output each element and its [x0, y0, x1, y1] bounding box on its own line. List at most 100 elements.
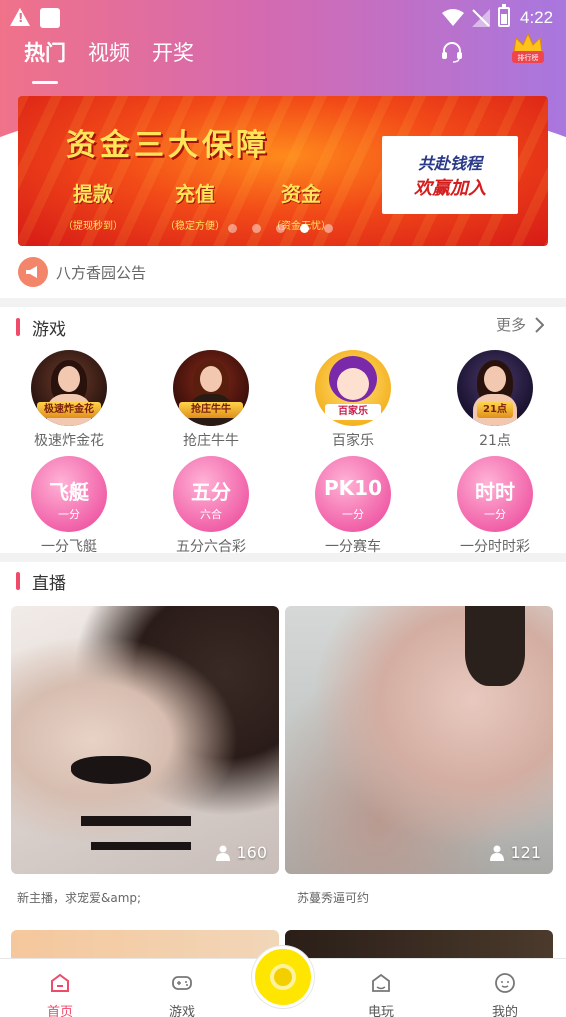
banner-dot[interactable]	[252, 224, 261, 233]
chevron-right-icon	[535, 316, 545, 333]
signal-icon	[472, 9, 490, 27]
warning-icon	[10, 8, 30, 26]
top-tabs: 热门 视频 开奖	[24, 38, 194, 84]
center-action-button[interactable]	[252, 946, 314, 1008]
face-shape	[58, 366, 80, 392]
gamepad-icon	[172, 976, 192, 990]
cartoon-icon: 百家乐	[315, 350, 391, 426]
lottery-sub-text: 六合	[200, 508, 222, 521]
lottery-sub-text: 一分	[484, 508, 506, 521]
viewer-count-text: 160	[236, 843, 267, 862]
tab-lottery-results[interactable]: 开奖	[152, 38, 194, 78]
live-section-header: 直播	[16, 568, 66, 594]
lottery-main-text: PK10	[324, 476, 382, 500]
arcade-icon	[372, 973, 390, 992]
profile-icon	[495, 973, 515, 993]
face-shape	[337, 368, 369, 400]
status-time: 4:22	[520, 8, 554, 27]
app-screen: 4:22 热门 视频 开奖 排行榜 资金三大保障 提款 （提现秒到） 充值 （稳…	[0, 0, 566, 1017]
banner-card-line1: 共赴钱程	[417, 154, 482, 173]
game-badge: 21点	[477, 402, 513, 418]
headset-icon[interactable]	[440, 40, 464, 64]
nav-profile-label: 我的	[491, 1005, 518, 1017]
game-name: 21点	[479, 433, 511, 449]
lottery-icon: PK10 一分	[315, 456, 391, 532]
ranking-label: 排行榜	[517, 54, 539, 62]
game-tile[interactable]: 21点 21点	[430, 350, 560, 450]
nav-games-label: 游戏	[168, 1005, 195, 1017]
banner-dot[interactable]	[228, 224, 237, 233]
notification-icon	[40, 8, 60, 28]
game-tile[interactable]: 极速炸金花 极速炸金花	[4, 350, 134, 450]
banner-item-title: 资金	[281, 182, 321, 206]
live-room-caption: 新主播，求宠爱&amp;	[17, 891, 142, 905]
face-shape	[484, 366, 506, 392]
viewer-count: 160	[216, 843, 267, 862]
section-accent-bar	[16, 572, 20, 590]
portrait-icon: 抢庄牛牛	[173, 350, 249, 426]
nav-home-label: 首页	[46, 1005, 73, 1017]
wifi-icon	[442, 9, 464, 26]
game-tile[interactable]: 抢庄牛牛 抢庄牛牛	[146, 350, 276, 450]
more-label: 更多	[496, 316, 527, 334]
lottery-icon: 五分 六合	[173, 456, 249, 532]
announcement-text: 八方香园公告	[56, 263, 147, 282]
banner-item-title: 充值	[175, 182, 215, 206]
banner-item-sub: （提现秒到）	[63, 221, 123, 232]
section-divider	[0, 298, 566, 307]
game-tile[interactable]: 五分 六合 五分六合彩	[146, 456, 276, 556]
games-section-header: 游戏	[16, 314, 66, 340]
lottery-main-text: 飞艇	[49, 480, 89, 504]
clothing-shape	[81, 816, 191, 826]
game-badge: 百家乐	[325, 404, 381, 420]
lottery-icon: 时时 一分	[457, 456, 533, 532]
lottery-icon: 飞艇 一分	[31, 456, 107, 532]
home-icon	[51, 973, 69, 992]
promo-banner[interactable]: 资金三大保障 提款 （提现秒到） 充值 （稳定方便） 资金 （资金无忧） 共赴钱…	[18, 96, 548, 246]
banner-pagination	[228, 224, 333, 233]
viewer-count-text: 121	[510, 843, 541, 862]
game-badge: 抢庄牛牛	[179, 402, 243, 418]
live-room-card[interactable]: 160	[11, 606, 279, 874]
banner-item-title: 提款	[73, 182, 113, 206]
clothing-shape	[91, 842, 191, 850]
user-icon	[216, 845, 231, 861]
live-room-caption: 苏蔓秀逼可约	[297, 891, 370, 905]
game-tile[interactable]: 百家乐 百家乐	[288, 350, 418, 450]
ranking-button[interactable]: 排行榜	[508, 30, 548, 70]
live-room-card[interactable]: 121	[285, 606, 553, 874]
banner-item-sub: （稳定方便）	[165, 221, 225, 232]
games-section-title: 游戏	[32, 319, 66, 340]
announcement-bar[interactable]: 八方香园公告	[18, 256, 146, 288]
megaphone-icon	[18, 257, 48, 287]
nav-arcade[interactable]: 电玩	[341, 959, 421, 1017]
lottery-main-text: 时时	[475, 480, 515, 504]
game-tile[interactable]: 时时 一分 一分时时彩	[430, 456, 560, 556]
portrait-icon: 21点	[457, 350, 533, 426]
banner-dot-active[interactable]	[300, 224, 309, 233]
banner-item-withdraw: 提款 （提现秒到）	[48, 178, 138, 232]
section-accent-bar	[16, 318, 20, 336]
more-games-link[interactable]: 更多	[496, 314, 545, 335]
tab-video[interactable]: 视频	[88, 38, 130, 78]
battery-icon	[498, 4, 510, 27]
lottery-sub-text: 一分	[342, 508, 364, 521]
lottery-main-text: 五分	[191, 480, 231, 504]
banner-card-line2: 欢赢加入	[414, 178, 486, 199]
game-tile[interactable]: 飞艇 一分 一分 飞艇	[4, 456, 134, 556]
face-shape	[200, 366, 222, 392]
hair-shape	[465, 606, 525, 686]
nav-home[interactable]: 首页	[20, 959, 100, 1017]
game-name: 极速炸金花	[34, 433, 104, 449]
nav-profile[interactable]: 我的	[465, 959, 545, 1017]
portrait-icon: 极速炸金花	[31, 350, 107, 426]
banner-dot[interactable]	[324, 224, 333, 233]
game-name: 抢庄牛牛	[183, 433, 239, 449]
banner-join-card: 共赴钱程 欢赢加入	[382, 136, 518, 214]
banner-dot[interactable]	[276, 224, 285, 233]
nav-games[interactable]: 游戏	[142, 959, 222, 1017]
game-tile[interactable]: PK10 一分 一分赛车	[288, 456, 418, 556]
tab-hot[interactable]: 热门	[24, 38, 66, 84]
lottery-sub-text: 一分	[58, 508, 80, 521]
clothing-shape	[71, 756, 151, 784]
